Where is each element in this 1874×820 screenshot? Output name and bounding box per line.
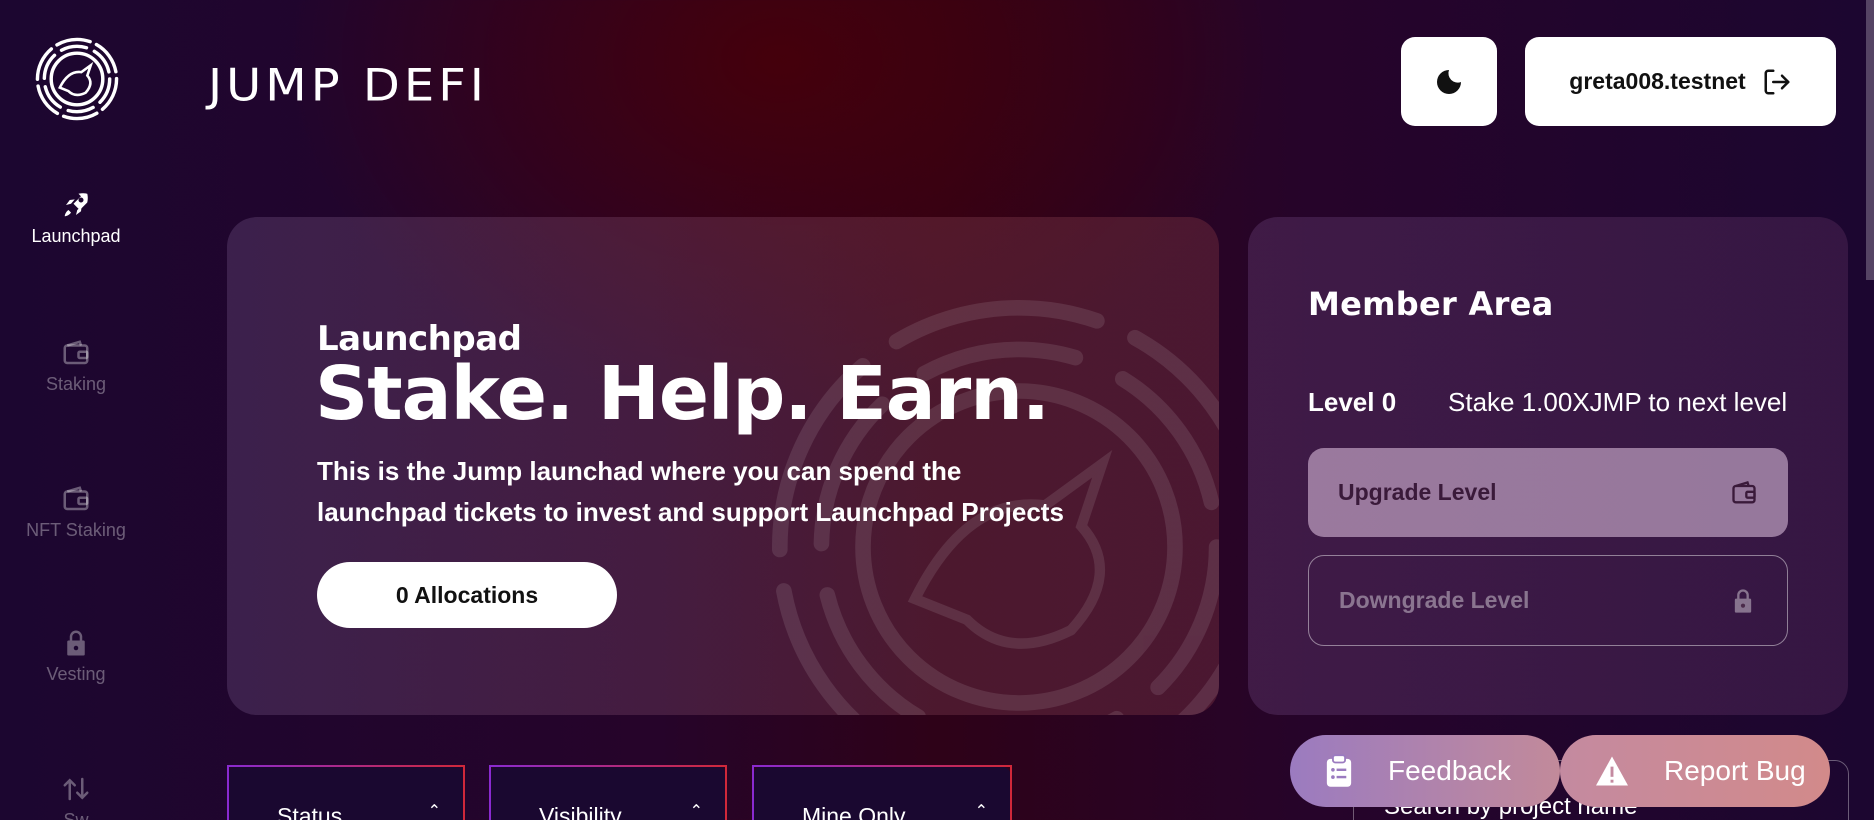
moon-icon [1437,69,1461,94]
sidebar-item-label: NFT Staking [26,520,126,540]
swap-icon [63,777,89,801]
clipboard-icon [1326,754,1352,787]
theme-toggle-button[interactable] [1401,37,1497,126]
brand-title: JUMP DEFI [208,60,488,112]
jump-logo[interactable] [34,36,120,122]
rocket-icon [64,193,88,217]
feedback-button[interactable]: Feedback [1290,735,1560,807]
sidebar-item-nft-staking[interactable]: NFT Staking [0,484,152,541]
member-level: Level 0 [1308,387,1397,417]
chevron-updown-icon: ⌃⌄ [427,803,441,820]
launchpad-hero-card: Launchpad Stake. Help. Earn. This is the… [227,217,1219,715]
sidebar-item-label: Sw [63,810,89,820]
account-button[interactable]: greta008.testnet [1525,37,1836,126]
wallet-icon [63,340,89,365]
lock-icon [67,630,85,656]
sidebar-item-label: Staking [45,374,107,394]
downgrade-level-button[interactable]: Downgrade Level [1308,555,1788,646]
sidebar-item-label: Vesting [46,664,106,684]
sidebar-item-staking[interactable]: Staking [0,338,152,395]
logout-icon [1764,69,1790,94]
report-bug-button[interactable]: Report Bug [1560,735,1830,807]
status-filter[interactable]: Status ⌃⌄ [227,765,465,820]
visibility-filter[interactable]: Visibility ⌃⌄ [489,765,727,820]
wallet-icon [63,486,89,511]
sidebar-item-launchpad[interactable]: Launchpad [0,190,152,247]
feedback-label: Feedback [1388,755,1511,786]
upgrade-level-label: Upgrade Level [1338,479,1497,505]
wallet-icon [1732,480,1756,503]
chevron-updown-icon: ⌃⌄ [974,803,988,820]
visibility-filter-label: Visibility [539,803,622,820]
downgrade-level-label: Downgrade Level [1339,587,1530,613]
upgrade-level-button[interactable]: Upgrade Level [1308,448,1788,537]
sidebar-item-swap[interactable]: Sw [0,774,152,820]
warning-icon [1596,756,1628,786]
member-area-card: Member Area Level 0 Stake 1.00XJMP to ne… [1248,217,1848,715]
account-name: greta008.testnet [1569,68,1746,94]
hero-title: Stake. Help. Earn. [315,351,1050,437]
member-area-title: Member Area [1308,285,1554,323]
member-level-hint: Stake 1.00XJMP to next level [1448,387,1788,417]
allocations-button[interactable]: 0 Allocations [317,562,617,628]
lock-icon [1734,588,1752,613]
sidebar-item-label: Launchpad [31,226,121,246]
mine-only-filter-label: Mine Only [802,803,906,820]
mine-only-filter[interactable]: Mine Only ⌃⌄ [752,765,1012,820]
chevron-updown-icon: ⌃⌄ [689,803,703,820]
page-scrollbar[interactable] [1866,0,1874,280]
hero-description: This is the Jump launchad where you can … [317,456,1064,527]
report-bug-label: Report Bug [1664,755,1806,786]
sidebar-item-vesting[interactable]: Vesting [0,628,152,685]
status-filter-label: Status [277,803,343,820]
